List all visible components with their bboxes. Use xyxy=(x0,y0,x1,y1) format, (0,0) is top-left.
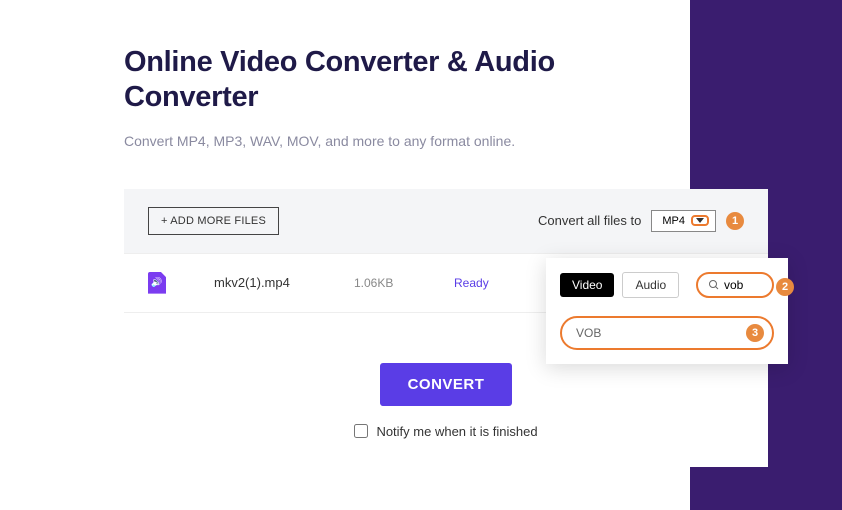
format-search-input[interactable] xyxy=(724,278,762,292)
tab-video[interactable]: Video xyxy=(560,273,614,297)
file-name: mkv2(1).mp4 xyxy=(214,275,354,290)
convert-button[interactable]: CONVERT xyxy=(380,363,513,406)
file-status: Ready xyxy=(454,276,514,290)
chevron-down-icon xyxy=(696,218,704,223)
selected-format: MP4 xyxy=(662,215,685,227)
panel-header: + ADD MORE FILES Convert all files to MP… xyxy=(124,189,768,253)
annotation-badge-1: 1 xyxy=(726,212,744,230)
format-dropdown-popup: Video Audio 2 VOB 3 xyxy=(546,258,788,364)
notify-checkbox[interactable] xyxy=(354,424,368,438)
dropdown-top-row: Video Audio 2 xyxy=(560,272,774,298)
annotation-badge-2: 2 xyxy=(776,278,794,296)
convert-all-label: Convert all files to xyxy=(538,213,641,228)
tab-audio[interactable]: Audio xyxy=(622,272,679,298)
format-option-vob[interactable]: VOB 3 xyxy=(560,316,774,350)
format-select-dropdown[interactable]: MP4 xyxy=(651,210,716,232)
page-title: Online Video Converter & Audio Converter xyxy=(124,45,644,115)
format-search-box[interactable] xyxy=(696,272,774,298)
notify-label: Notify me when it is finished xyxy=(376,424,537,439)
search-icon xyxy=(708,279,720,291)
file-type-icon xyxy=(148,272,166,294)
convert-all-wrap: Convert all files to MP4 1 xyxy=(538,210,744,232)
page-subtitle: Convert MP4, MP3, WAV, MOV, and more to … xyxy=(124,133,842,149)
add-more-files-button[interactable]: + ADD MORE FILES xyxy=(148,207,279,235)
main-content: Online Video Converter & Audio Converter… xyxy=(0,0,842,467)
notify-row: Notify me when it is finished xyxy=(124,424,768,439)
file-size: 1.06KB xyxy=(354,276,454,290)
dropdown-arrow-highlight xyxy=(691,215,709,226)
annotation-badge-3: 3 xyxy=(746,324,764,342)
format-option-label: VOB xyxy=(576,326,601,340)
